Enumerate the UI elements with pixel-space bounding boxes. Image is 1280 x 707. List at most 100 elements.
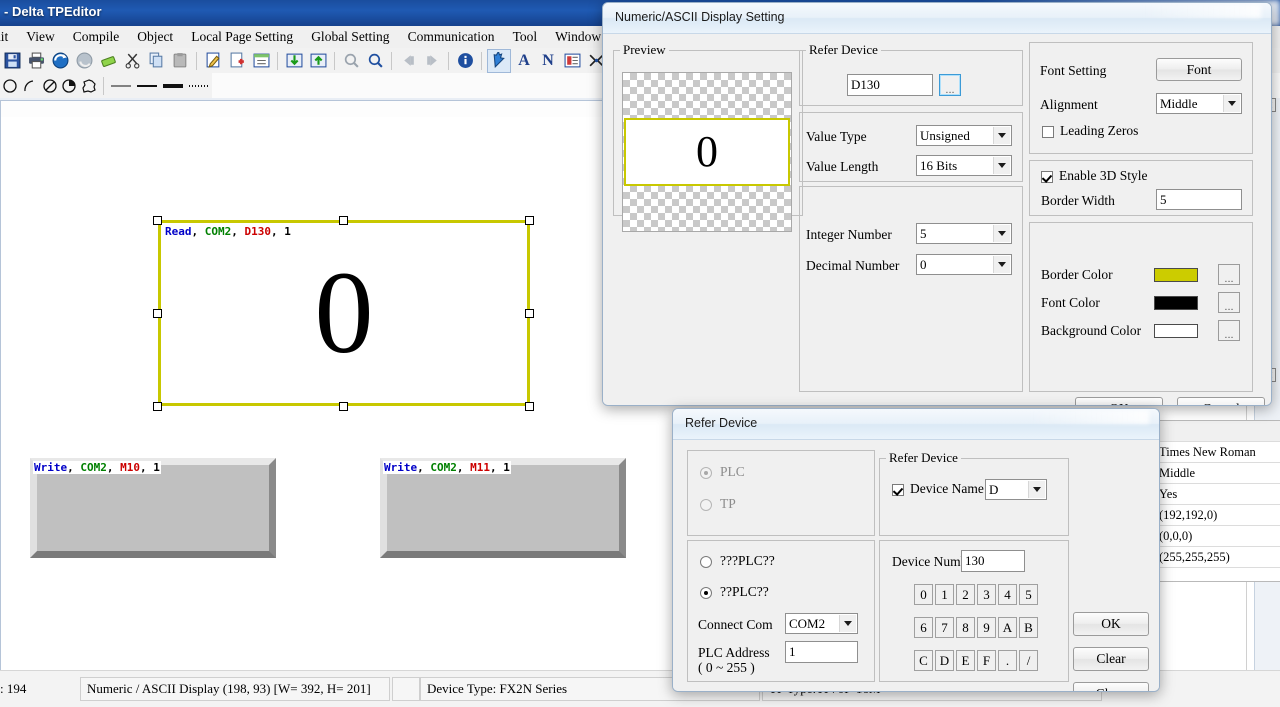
resize-handle-w[interactable]	[153, 309, 162, 318]
refer-device-dialog[interactable]: Refer Device PLC TP ???PLC?? ??PLC?? Con…	[672, 408, 1160, 692]
circle-icon[interactable]	[1, 75, 19, 97]
chevron-down-icon[interactable]	[993, 157, 1010, 174]
property-row-3d-style[interactable]: Yes	[1156, 484, 1280, 505]
dialog-titlebar[interactable]: Numeric/ASCII Display Setting	[603, 3, 1271, 34]
cut-icon[interactable]	[121, 50, 143, 72]
info-icon[interactable]	[454, 50, 476, 72]
resize-handle-s[interactable]	[339, 402, 348, 411]
keypad-key-e[interactable]: E	[956, 650, 975, 671]
keypad-key-slash[interactable]: /	[1019, 650, 1038, 671]
text-a-icon[interactable]: A	[513, 50, 535, 72]
resize-handle-nw[interactable]	[153, 216, 162, 225]
keypad-key-3[interactable]: 3	[977, 584, 996, 605]
border-width-input[interactable]: 5	[1156, 189, 1242, 210]
decimal-number-combo[interactable]: 0	[916, 254, 1012, 275]
write-button-m10[interactable]: Write, COM2, M10, 1	[30, 458, 276, 558]
numeric-display-object[interactable]: 0 Read, COM2, D130, 1	[158, 220, 530, 406]
plc-radio[interactable]	[700, 467, 712, 479]
border-color-browse-button[interactable]: ...	[1218, 264, 1240, 285]
plc-option1-radio[interactable]	[700, 556, 712, 568]
menu-item-communication[interactable]: Communication	[399, 27, 504, 47]
menu-item-view[interactable]: View	[17, 27, 63, 47]
menu-item-object[interactable]: Object	[128, 27, 182, 47]
enable-3d-style-checkbox[interactable]	[1041, 171, 1053, 183]
chevron-down-icon[interactable]	[993, 256, 1010, 273]
keypad-key-5[interactable]: 5	[1019, 584, 1038, 605]
copy-icon[interactable]	[145, 50, 167, 72]
resize-handle-se[interactable]	[525, 402, 534, 411]
keypad-key-a[interactable]: A	[998, 617, 1017, 638]
property-grid[interactable]: Times New Roman Middle Yes (192,192,0) (…	[1155, 420, 1280, 582]
property-row-alignment[interactable]: Middle	[1156, 463, 1280, 484]
download-icon[interactable]	[283, 50, 305, 72]
keypad-key-c[interactable]: C	[914, 650, 933, 671]
zoom-out-icon[interactable]	[364, 50, 386, 72]
line-thin-icon[interactable]	[109, 75, 133, 97]
resize-handle-n[interactable]	[339, 216, 348, 225]
new-page-icon[interactable]	[226, 50, 248, 72]
device-name-combo[interactable]: D	[985, 479, 1047, 500]
redo-globe-icon[interactable]	[73, 50, 95, 72]
refer-close-button[interactable]: Close	[1073, 682, 1149, 691]
line-thick-icon[interactable]	[161, 75, 185, 97]
keypad-key-1[interactable]: 1	[935, 584, 954, 605]
chevron-down-icon[interactable]	[839, 615, 856, 632]
menu-item-local-page-setting[interactable]: Local Page Setting	[182, 27, 302, 47]
refer-device-input[interactable]: D130	[847, 74, 933, 96]
draw-toolbar[interactable]	[0, 73, 213, 99]
device-name-checkbox[interactable]	[892, 484, 904, 496]
keypad-key-9[interactable]: 9	[977, 617, 996, 638]
numeric-ascii-display-setting-dialog[interactable]: Numeric/ASCII Display Setting Preview 0 …	[602, 2, 1272, 406]
write-button-m11[interactable]: Write, COM2, M11, 1	[380, 458, 626, 558]
chevron-down-icon[interactable]	[993, 225, 1010, 242]
property-row-bg-color[interactable]: (255,255,255)	[1156, 547, 1280, 568]
alignment-combo[interactable]: Middle	[1156, 93, 1242, 114]
line-dotted-icon[interactable]	[187, 75, 211, 97]
picture-icon[interactable]	[561, 50, 583, 72]
refer-clear-button[interactable]: Clear	[1073, 647, 1149, 671]
device-number-input[interactable]: 130	[961, 550, 1025, 572]
font-button[interactable]: Font	[1156, 58, 1242, 81]
arc-icon[interactable]	[21, 75, 39, 97]
polygon-icon[interactable]	[80, 75, 98, 97]
connect-com-combo[interactable]: COM2	[785, 613, 858, 634]
chevron-down-icon[interactable]	[1223, 95, 1240, 112]
page-setup-icon[interactable]	[250, 50, 272, 72]
background-color-browse-button[interactable]: ...	[1218, 320, 1240, 341]
leading-zeros-checkbox[interactable]	[1042, 126, 1054, 138]
property-row-font[interactable]: Times New Roman	[1156, 442, 1280, 463]
integer-number-combo[interactable]: 5	[916, 223, 1012, 244]
keypad-key-d[interactable]: D	[935, 650, 954, 671]
plc-address-input[interactable]: 1	[785, 641, 858, 663]
undo-globe-icon[interactable]	[49, 50, 71, 72]
save-icon[interactable]	[1, 50, 23, 72]
font-color-browse-button[interactable]: ...	[1218, 292, 1240, 313]
edit-page-icon[interactable]	[202, 50, 224, 72]
zoom-in-icon[interactable]	[340, 50, 362, 72]
menu-item-global-setting[interactable]: Global Setting	[302, 27, 398, 47]
dialog-titlebar[interactable]: Refer Device	[673, 409, 1159, 440]
keypad-key-7[interactable]: 7	[935, 617, 954, 638]
upload-icon[interactable]	[307, 50, 329, 72]
value-length-combo[interactable]: 16 Bits	[916, 155, 1012, 176]
ok-button[interactable]: OK	[1075, 397, 1163, 405]
resize-handle-ne[interactable]	[525, 216, 534, 225]
keypad-key-0[interactable]: 0	[914, 584, 933, 605]
pie-icon[interactable]	[61, 75, 79, 97]
select-arrow-icon[interactable]	[487, 48, 511, 73]
keypad-key-8[interactable]: 8	[956, 617, 975, 638]
print-icon[interactable]	[25, 50, 47, 72]
value-type-combo[interactable]: Unsigned	[916, 125, 1012, 146]
property-row-font-color[interactable]: (0,0,0)	[1156, 526, 1280, 547]
menu-item-window[interactable]: Window	[546, 27, 610, 47]
keypad-key-4[interactable]: 4	[998, 584, 1017, 605]
tp-radio[interactable]	[700, 499, 712, 511]
circle-slash-icon[interactable]	[41, 75, 59, 97]
chevron-down-icon[interactable]	[993, 127, 1010, 144]
keypad-key-2[interactable]: 2	[956, 584, 975, 605]
chevron-down-icon[interactable]	[1028, 481, 1045, 498]
refer-device-browse-button[interactable]: ...	[939, 74, 961, 96]
property-row-border-color[interactable]: (192,192,0)	[1156, 505, 1280, 526]
cancel-button[interactable]: Cancel	[1177, 397, 1265, 405]
menu-item-compile[interactable]: Compile	[64, 27, 129, 47]
